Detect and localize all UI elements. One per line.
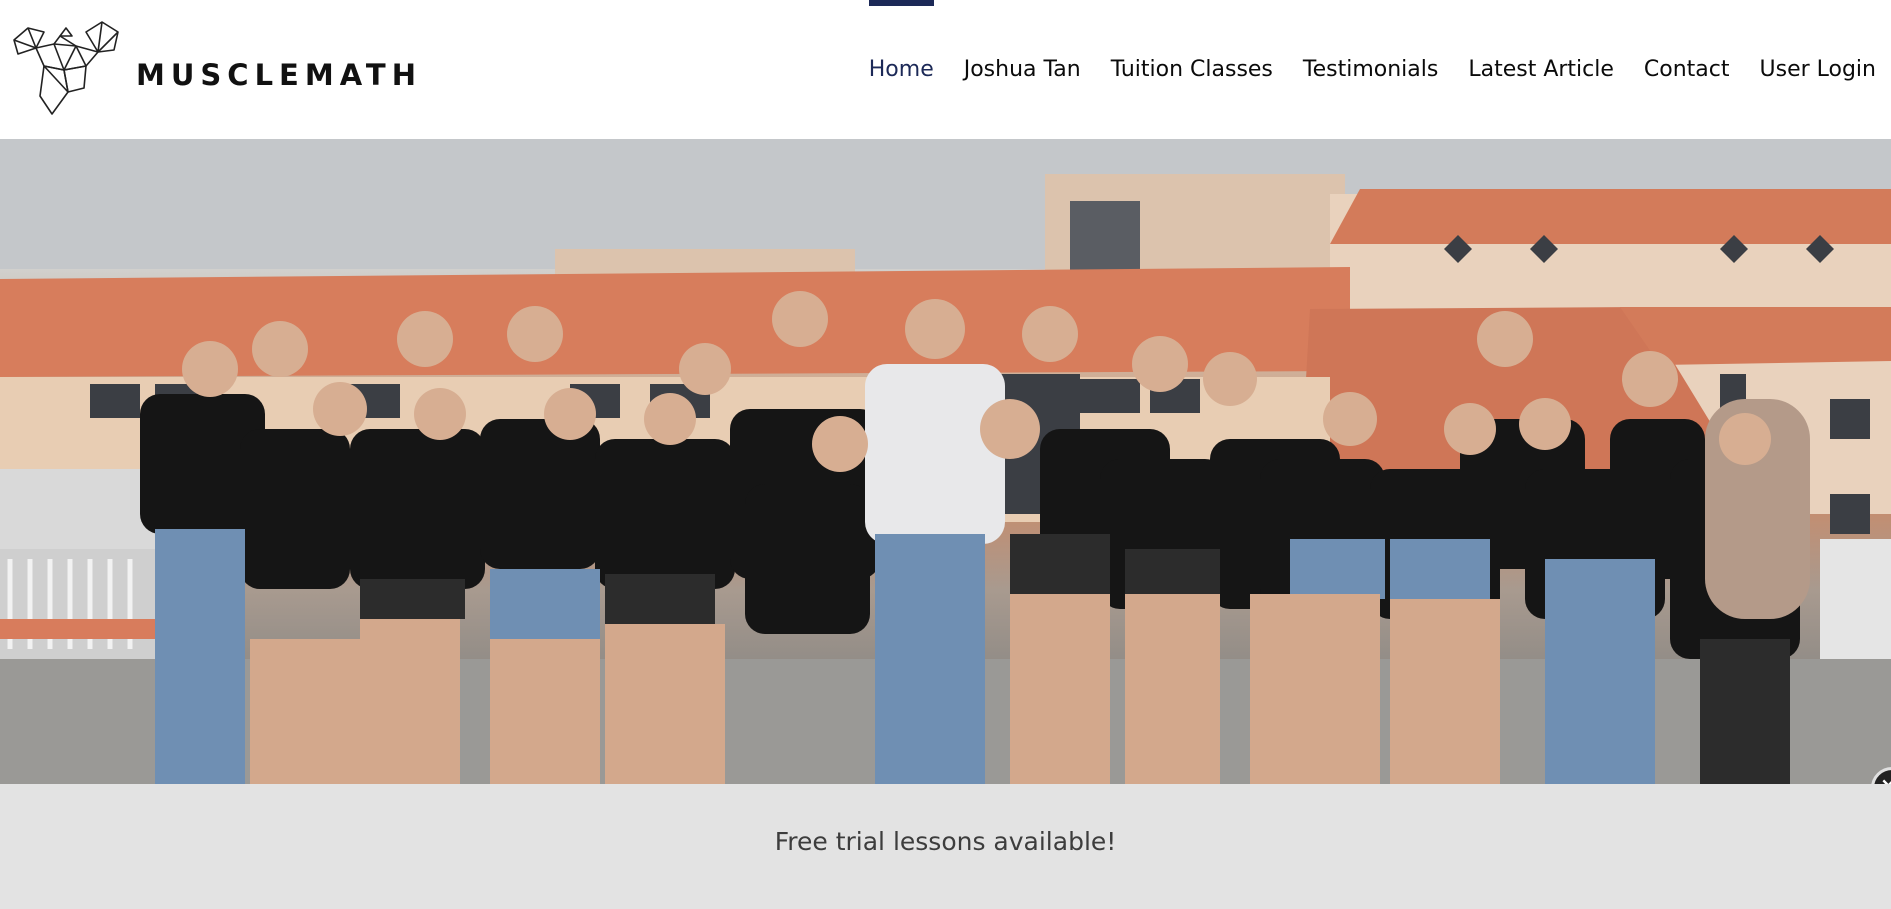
nav-item-contact[interactable]: Contact: [1629, 0, 1745, 139]
nav-item-home[interactable]: Home: [854, 0, 949, 139]
site-header: MUSCLEMATH Home Joshua Tan Tuition Class…: [0, 0, 1891, 139]
nav-item-latest-article[interactable]: Latest Article: [1453, 0, 1629, 139]
nav-item-joshua-tan[interactable]: Joshua Tan: [949, 0, 1096, 139]
nav-item-tuition-classes[interactable]: Tuition Classes: [1096, 0, 1288, 139]
hero-photo-illustration: [0, 139, 1891, 784]
promo-banner-text: Free trial lessons available!: [774, 827, 1117, 856]
brand-name: MUSCLEMATH: [136, 58, 422, 92]
main-nav: Home Joshua Tan Tuition Classes Testimon…: [854, 0, 1891, 139]
hero-group-photo: [0, 139, 1891, 784]
promo-banner: Free trial lessons available!: [0, 784, 1891, 909]
nav-item-testimonials[interactable]: Testimonials: [1288, 0, 1453, 139]
geometric-flexing-figure-icon: [13, 21, 119, 115]
nav-item-user-login[interactable]: User Login: [1745, 0, 1891, 139]
site-logo[interactable]: MUSCLEMATH: [6, 18, 476, 118]
